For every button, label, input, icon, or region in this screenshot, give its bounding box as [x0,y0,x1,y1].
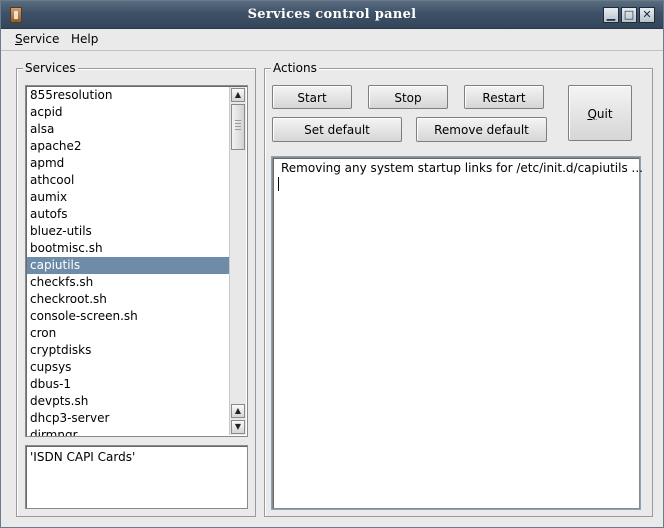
output-text-area[interactable]: Removing any system startup links for /e… [272,157,643,509]
restart-button[interactable]: Restart [464,85,544,109]
scroll-up-arrow-icon-bottom[interactable]: ▲ [231,404,245,418]
set-default-button[interactable]: Set default [272,117,402,142]
service-list-item[interactable]: dirmngr [27,427,231,436]
menu-help[interactable]: Help [69,32,100,46]
service-list-item[interactable]: devpts.sh [27,393,231,410]
service-list-item[interactable]: cron [27,325,231,342]
service-list-item[interactable]: aumix [27,189,231,206]
service-list-item[interactable]: autofs [27,206,231,223]
service-list-item[interactable]: alsa [27,121,231,138]
service-list-item[interactable]: athcool [27,172,231,189]
service-list-item[interactable]: bluez-utils [27,223,231,240]
output-text: Removing any system startup links for /e… [281,161,643,175]
menu-bar: Service Help [1,29,663,51]
text-cursor [278,177,279,191]
services-legend: Services [23,61,78,75]
service-list-item[interactable]: capiutils [27,257,231,274]
menu-service[interactable]: Service [13,32,61,46]
window-title: Services control panel [247,7,417,22]
service-list-item[interactable]: dhcp3-server [27,410,231,427]
stop-button[interactable]: Stop [368,85,448,109]
service-list-item[interactable]: bootmisc.sh [27,240,231,257]
scroll-down-arrow-icon[interactable]: ▼ [231,420,245,434]
service-list-item[interactable]: cupsys [27,359,231,376]
scrollbar-thumb[interactable] [231,104,245,150]
title-bar[interactable]: Services control panel ▁ □ ✕ [1,1,663,29]
start-button[interactable]: Start [272,85,352,109]
service-list-item[interactable]: apache2 [27,138,231,155]
service-list-item[interactable]: checkroot.sh [27,291,231,308]
service-list-item[interactable]: checkfs.sh [27,274,231,291]
actions-group: Actions Start Stop Restart Set default R… [264,61,653,517]
service-list-item[interactable]: console-screen.sh [27,308,231,325]
service-list-item[interactable]: cryptdisks [27,342,231,359]
service-list-item[interactable]: apmd [27,155,231,172]
maximize-button[interactable]: □ [621,7,637,23]
scroll-up-arrow-icon[interactable]: ▲ [231,88,245,102]
quit-label: uit [596,107,613,121]
quit-mnemonic: Q [587,107,597,121]
service-list[interactable]: 855resolution acpid alsa apache2 apmd athcool… [25,85,248,437]
service-list-item[interactable]: dbus-1 [27,376,231,393]
service-description: 'ISDN CAPI Cards' [25,445,248,509]
menu-service-mnemonic: S [15,32,23,46]
list-scrollbar[interactable]: ▲ ▲ ▼ [229,87,246,435]
services-group: Services 855resolution acpid alsa apache2 ap… [16,61,256,517]
quit-button[interactable]: Quit [568,85,632,141]
service-list-item[interactable]: acpid [27,104,231,121]
remove-default-button[interactable]: Remove default [416,117,547,142]
actions-legend: Actions [271,61,319,75]
close-button[interactable]: ✕ [639,7,655,23]
main-window: Services control panel ▁ □ ✕ Service Hel… [0,0,664,528]
service-list-item[interactable]: 855resolution [27,87,231,104]
minimize-button[interactable]: ▁ [603,7,619,23]
service-list-items: 855resolution acpid alsa apache2 apmd athcool… [27,87,231,436]
menu-service-label: ervice [22,32,60,46]
